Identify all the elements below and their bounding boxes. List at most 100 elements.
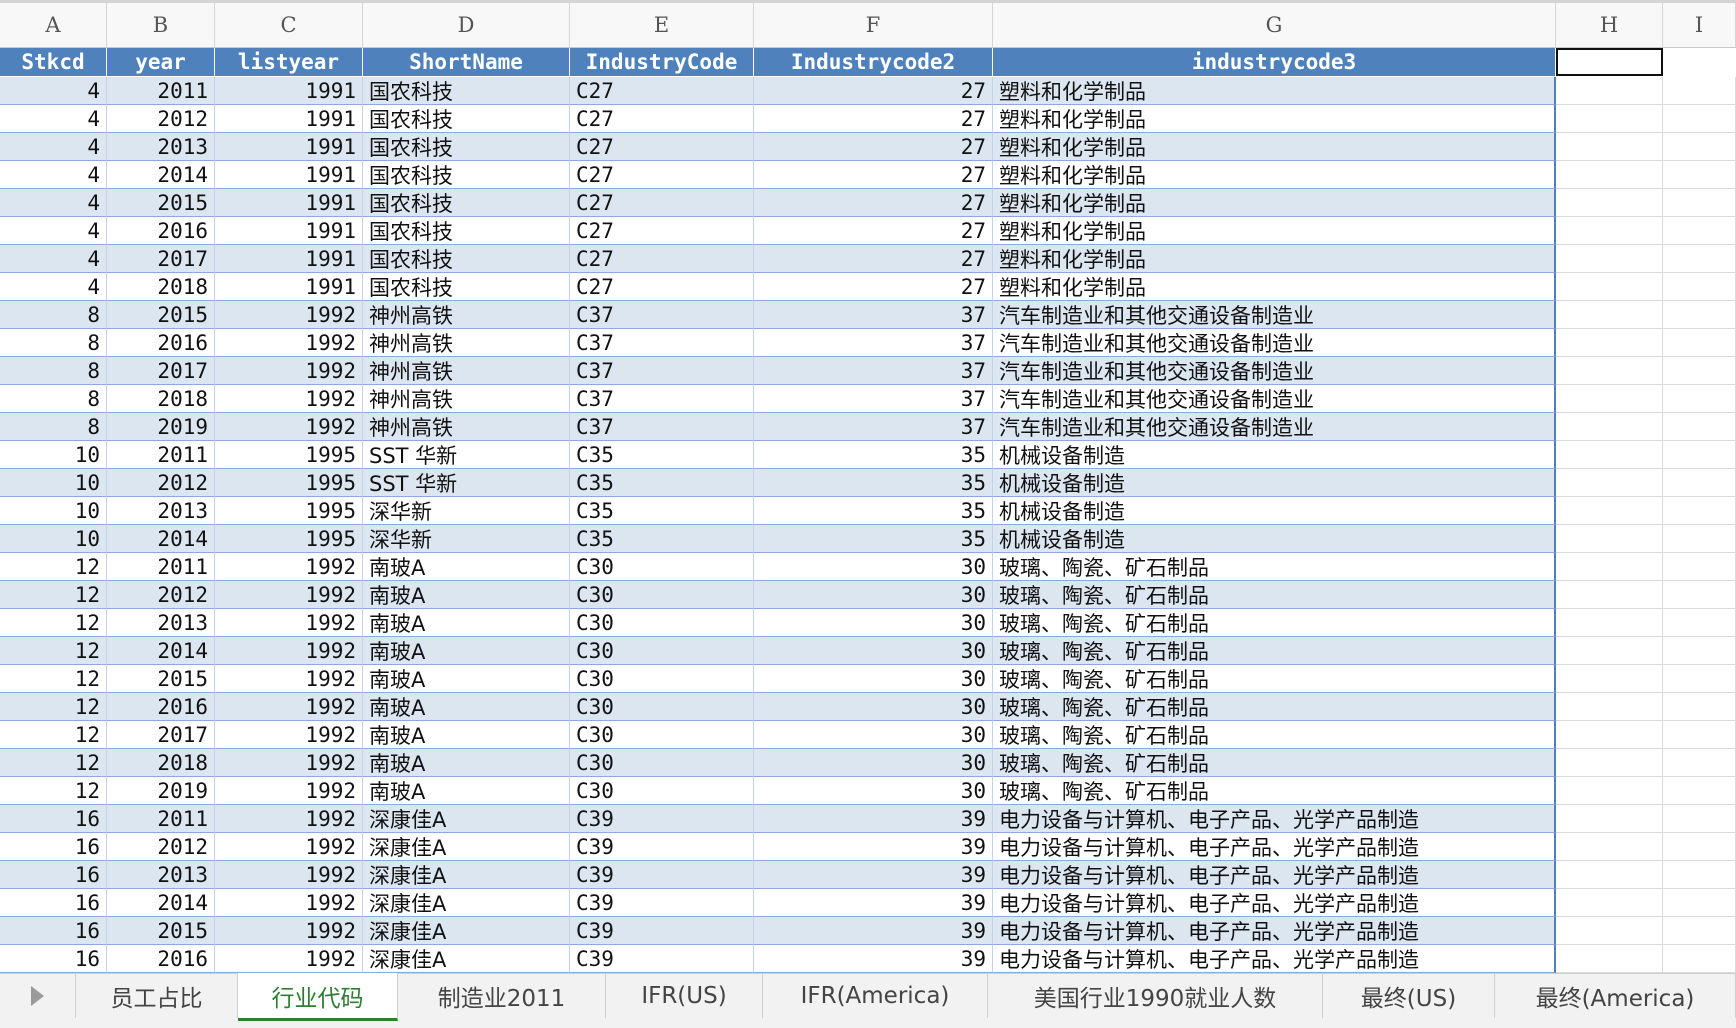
cell-g[interactable]: 玻璃、陶瓷、矿石制品 bbox=[993, 637, 1556, 665]
cell-e[interactable]: C30 bbox=[570, 749, 754, 777]
cell-f[interactable]: 39 bbox=[754, 917, 993, 945]
cell-i-empty[interactable] bbox=[1663, 833, 1736, 861]
cell-a[interactable]: 4 bbox=[0, 189, 107, 217]
cell-a[interactable]: 4 bbox=[0, 77, 107, 105]
cell-a[interactable]: 10 bbox=[0, 441, 107, 469]
cell-e[interactable]: C30 bbox=[570, 665, 754, 693]
cell-d[interactable]: 深康佳A bbox=[363, 889, 570, 917]
cell-c[interactable]: 1992 bbox=[215, 945, 363, 973]
cell-i-empty[interactable] bbox=[1663, 805, 1736, 833]
cell-a[interactable]: 12 bbox=[0, 637, 107, 665]
cell-b[interactable]: 2018 bbox=[107, 385, 215, 413]
cell-b[interactable]: 2016 bbox=[107, 329, 215, 357]
cell-i-empty[interactable] bbox=[1663, 749, 1736, 777]
cell-g[interactable]: 机械设备制造 bbox=[993, 525, 1556, 553]
cell-g[interactable]: 塑料和化学制品 bbox=[993, 133, 1556, 161]
cell-e[interactable]: C27 bbox=[570, 77, 754, 105]
cell-e[interactable]: C30 bbox=[570, 553, 754, 581]
cell-a[interactable]: 4 bbox=[0, 105, 107, 133]
cell-c[interactable]: 1991 bbox=[215, 273, 363, 301]
cell-i-empty[interactable] bbox=[1663, 889, 1736, 917]
column-header-g[interactable]: G bbox=[993, 0, 1556, 48]
cell-c[interactable]: 1992 bbox=[215, 357, 363, 385]
cell-c[interactable]: 1992 bbox=[215, 665, 363, 693]
cell-e[interactable]: C30 bbox=[570, 637, 754, 665]
cell-f[interactable]: 27 bbox=[754, 105, 993, 133]
cell-g[interactable]: 塑料和化学制品 bbox=[993, 105, 1556, 133]
cell-g[interactable]: 汽车制造业和其他交通设备制造业 bbox=[993, 329, 1556, 357]
cell-a[interactable]: 4 bbox=[0, 161, 107, 189]
cell-f[interactable]: 37 bbox=[754, 385, 993, 413]
cell-f[interactable]: 39 bbox=[754, 945, 993, 973]
cell-c[interactable]: 1995 bbox=[215, 469, 363, 497]
cell-f[interactable]: 30 bbox=[754, 609, 993, 637]
cell-b[interactable]: 2014 bbox=[107, 161, 215, 189]
sheet-tab-1[interactable]: 员工占比 bbox=[76, 974, 238, 1018]
cell-a[interactable]: 12 bbox=[0, 581, 107, 609]
cell-h-empty[interactable] bbox=[1556, 497, 1663, 525]
cell-c[interactable]: 1992 bbox=[215, 329, 363, 357]
sheet-tab-2[interactable]: 行业代码 bbox=[238, 973, 398, 1021]
cell-f[interactable]: 35 bbox=[754, 441, 993, 469]
cell-e[interactable]: C37 bbox=[570, 301, 754, 329]
cell-i-empty[interactable] bbox=[1663, 77, 1736, 105]
cell-c[interactable]: 1992 bbox=[215, 385, 363, 413]
cell-b[interactable]: 2012 bbox=[107, 469, 215, 497]
cell-i-empty[interactable] bbox=[1663, 525, 1736, 553]
column-header-f[interactable]: F bbox=[754, 0, 993, 48]
cell-g[interactable]: 电力设备与计算机、电子产品、光学产品制造 bbox=[993, 861, 1556, 889]
cell-i-empty[interactable] bbox=[1663, 581, 1736, 609]
cell-a[interactable]: 10 bbox=[0, 469, 107, 497]
cell-d[interactable]: 国农科技 bbox=[363, 105, 570, 133]
cell-i-empty[interactable] bbox=[1663, 665, 1736, 693]
cell-g[interactable]: 电力设备与计算机、电子产品、光学产品制造 bbox=[993, 833, 1556, 861]
cell-f[interactable]: 35 bbox=[754, 525, 993, 553]
cell-d[interactable]: 南玻A bbox=[363, 693, 570, 721]
cell-g[interactable]: 玻璃、陶瓷、矿石制品 bbox=[993, 581, 1556, 609]
header-cell-industrycode[interactable]: IndustryCode bbox=[570, 48, 754, 76]
cell-e[interactable]: C27 bbox=[570, 133, 754, 161]
cell-i-empty[interactable] bbox=[1663, 385, 1736, 413]
cell-f[interactable]: 30 bbox=[754, 749, 993, 777]
cell-f[interactable]: 27 bbox=[754, 217, 993, 245]
cell-e[interactable]: C37 bbox=[570, 385, 754, 413]
cell-e[interactable]: C39 bbox=[570, 889, 754, 917]
cell-a[interactable]: 12 bbox=[0, 693, 107, 721]
cell-i-empty[interactable] bbox=[1663, 357, 1736, 385]
cell-b[interactable]: 2013 bbox=[107, 609, 215, 637]
cell-b[interactable]: 2017 bbox=[107, 357, 215, 385]
cell-c[interactable]: 1991 bbox=[215, 77, 363, 105]
cell-b[interactable]: 2016 bbox=[107, 217, 215, 245]
cell-e[interactable]: C27 bbox=[570, 161, 754, 189]
cell-f[interactable]: 27 bbox=[754, 273, 993, 301]
cell-d[interactable]: 深华新 bbox=[363, 525, 570, 553]
cell-i-empty[interactable] bbox=[1663, 105, 1736, 133]
cell-d[interactable]: 神州高铁 bbox=[363, 329, 570, 357]
cell-g[interactable]: 电力设备与计算机、电子产品、光学产品制造 bbox=[993, 889, 1556, 917]
column-header-a[interactable]: A bbox=[0, 0, 107, 48]
cell-d[interactable]: 国农科技 bbox=[363, 245, 570, 273]
cell-d[interactable]: 国农科技 bbox=[363, 77, 570, 105]
cell-i-empty[interactable] bbox=[1663, 469, 1736, 497]
cell-d[interactable]: 南玻A bbox=[363, 777, 570, 805]
cell-c[interactable]: 1991 bbox=[215, 245, 363, 273]
cell-f[interactable]: 27 bbox=[754, 161, 993, 189]
cell-h-empty[interactable] bbox=[1556, 77, 1663, 105]
cell-i-empty[interactable] bbox=[1663, 637, 1736, 665]
sheet-tab-6[interactable]: 美国行业1990就业人数 bbox=[988, 974, 1323, 1018]
cell-f[interactable]: 37 bbox=[754, 357, 993, 385]
tab-scroll-button[interactable] bbox=[0, 974, 76, 1018]
cell-f[interactable]: 30 bbox=[754, 693, 993, 721]
cell-d[interactable]: 神州高铁 bbox=[363, 413, 570, 441]
cell-d[interactable]: 南玻A bbox=[363, 665, 570, 693]
cell-c[interactable]: 1991 bbox=[215, 189, 363, 217]
cell-f[interactable]: 39 bbox=[754, 805, 993, 833]
cell-e[interactable]: C35 bbox=[570, 469, 754, 497]
cell-h-empty[interactable] bbox=[1556, 637, 1663, 665]
cell-e[interactable]: C27 bbox=[570, 217, 754, 245]
cell-e[interactable]: C30 bbox=[570, 581, 754, 609]
cell-h-empty[interactable] bbox=[1556, 245, 1663, 273]
cell-d[interactable]: 国农科技 bbox=[363, 189, 570, 217]
cell-a[interactable]: 10 bbox=[0, 525, 107, 553]
cell-f[interactable]: 30 bbox=[754, 721, 993, 749]
